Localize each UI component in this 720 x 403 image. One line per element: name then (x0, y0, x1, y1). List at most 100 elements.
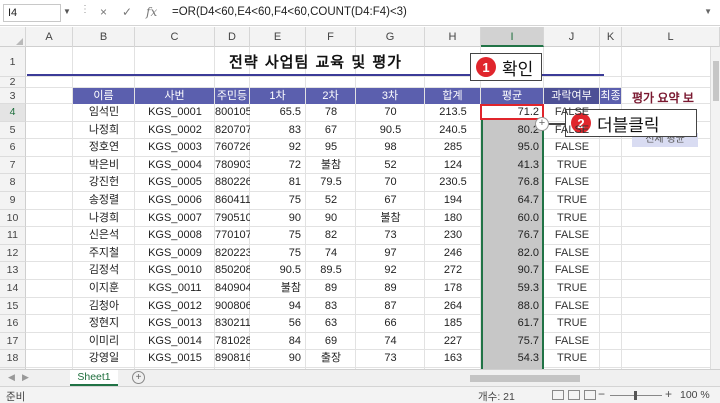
table-cell[interactable]: 83 (250, 122, 306, 140)
table-cell[interactable]: KGS_0007 (135, 210, 215, 228)
table-cell[interactable]: 강진헌 (73, 174, 135, 192)
fail-flag-cell[interactable]: TRUE (544, 280, 600, 298)
horizontal-scrollbar[interactable] (440, 374, 710, 383)
table-cell[interactable]: 정현지 (73, 315, 135, 333)
table-cell[interactable]: 73 (356, 350, 425, 368)
table-cell[interactable]: 89 (306, 280, 356, 298)
table-cell[interactable]: 김정석 (73, 262, 135, 280)
table-cell[interactable]: 90.7 (481, 262, 544, 280)
table-cell[interactable]: 71.2 (481, 104, 544, 122)
table-cell[interactable]: 54.3 (481, 350, 544, 368)
table-cell[interactable]: 230 (425, 227, 481, 245)
table-cell[interactable]: 75 (250, 192, 306, 210)
row-header-9[interactable]: 9 (0, 192, 26, 210)
table-cell[interactable]: 63 (306, 315, 356, 333)
next-sheet-icon[interactable]: ▶ (22, 372, 29, 383)
table-cell[interactable]: 75 (250, 245, 306, 263)
fail-flag-cell[interactable]: FALSE (544, 298, 600, 316)
horizontal-scroll-thumb[interactable] (470, 375, 580, 382)
table-cell[interactable]: 185 (425, 315, 481, 333)
column-header-i[interactable]: I (481, 27, 544, 47)
fail-flag-cell[interactable]: TRUE (544, 350, 600, 368)
table-cell[interactable]: 900806-2****** (215, 298, 250, 316)
column-header-l[interactable]: L (622, 27, 720, 47)
table-cell[interactable]: 65.5 (250, 104, 306, 122)
table-cell[interactable]: KGS_0014 (135, 333, 215, 351)
table-cell[interactable]: KGS_0010 (135, 262, 215, 280)
table-cell[interactable]: 74 (356, 333, 425, 351)
table-cell[interactable]: 69 (306, 333, 356, 351)
table-cell[interactable]: 800105-1****** (215, 104, 250, 122)
table-cell[interactable]: 194 (425, 192, 481, 210)
table-cell[interactable]: 820707-2****** (215, 122, 250, 140)
page-break-view-icon[interactable] (584, 390, 596, 400)
zoom-in-icon[interactable]: + (665, 387, 672, 401)
table-cell[interactable]: 88.0 (481, 298, 544, 316)
table-cell[interactable]: KGS_0003 (135, 139, 215, 157)
row-header-10[interactable]: 10 (0, 209, 26, 228)
row-header-8[interactable]: 8 (0, 174, 26, 192)
row-header-11[interactable]: 11 (0, 227, 26, 245)
table-cell[interactable]: 불참 (306, 157, 356, 175)
prev-sheet-icon[interactable]: ◀ (8, 372, 15, 383)
table-cell[interactable]: 81 (250, 174, 306, 192)
row-header-12[interactable]: 12 (0, 244, 26, 263)
table-cell[interactable]: 73 (356, 227, 425, 245)
table-cell[interactable]: 890816-1****** (215, 350, 250, 368)
table-cell[interactable]: KGS_0006 (135, 192, 215, 210)
table-cell[interactable]: 불참 (356, 210, 425, 228)
table-cell[interactable]: 83 (306, 298, 356, 316)
table-cell[interactable]: 850208-1****** (215, 262, 250, 280)
table-cell[interactable]: 52 (356, 157, 425, 175)
table-cell[interactable]: 770107-1****** (215, 227, 250, 245)
table-cell[interactable]: 98 (356, 139, 425, 157)
fail-flag-cell[interactable]: FALSE (544, 227, 600, 245)
row-header-18[interactable]: 18 (0, 350, 26, 368)
table-cell[interactable]: 70 (356, 174, 425, 192)
row-header-16[interactable]: 16 (0, 315, 26, 333)
cancel-icon[interactable]: × (100, 5, 107, 19)
table-header-cell[interactable]: 과락여부 (544, 88, 599, 104)
zoom-out-icon[interactable]: − (598, 387, 605, 401)
table-cell[interactable]: KGS_0009 (135, 245, 215, 263)
vertical-scrollbar[interactable] (710, 47, 720, 369)
fail-flag-cell[interactable]: TRUE (544, 315, 600, 333)
table-cell[interactable]: 246 (425, 245, 481, 263)
table-cell[interactable]: 78 (306, 104, 356, 122)
fail-flag-cell[interactable]: TRUE (544, 210, 600, 228)
table-cell[interactable]: 76.8 (481, 174, 544, 192)
table-cell[interactable]: 82 (306, 227, 356, 245)
table-cell[interactable]: 89 (356, 280, 425, 298)
table-cell[interactable]: 74 (306, 245, 356, 263)
fail-flag-cell[interactable]: TRUE (544, 192, 600, 210)
row-header-17[interactable]: 17 (0, 332, 26, 351)
table-cell[interactable]: 95 (306, 139, 356, 157)
table-cell[interactable]: KGS_0013 (135, 315, 215, 333)
table-header-cell[interactable]: 1차 (250, 88, 305, 104)
table-cell[interactable]: 64.7 (481, 192, 544, 210)
zoom-slider-knob[interactable] (634, 391, 637, 400)
table-header-cell[interactable]: 주민등록번호 (215, 88, 249, 118)
sheet-tab-sheet1[interactable]: Sheet1 (70, 370, 118, 386)
table-cell[interactable]: 59.3 (481, 280, 544, 298)
table-cell[interactable]: 90 (250, 350, 306, 368)
table-cell[interactable]: KGS_0011 (135, 280, 215, 298)
table-header-cell[interactable]: 이름 (73, 88, 134, 104)
vertical-scroll-thumb[interactable] (713, 61, 719, 101)
row-header-6[interactable]: 6 (0, 139, 26, 157)
table-cell[interactable]: 66 (356, 315, 425, 333)
table-cell[interactable]: KGS_0012 (135, 298, 215, 316)
table-cell[interactable]: 124 (425, 157, 481, 175)
table-cell[interactable]: 92 (250, 139, 306, 157)
table-cell[interactable]: 820223-1****** (215, 245, 250, 263)
fail-flag-cell[interactable]: FALSE (544, 174, 600, 192)
table-cell[interactable]: 285 (425, 139, 481, 157)
name-box[interactable]: I4 (3, 4, 61, 22)
table-cell[interactable]: 임석민 (73, 104, 135, 122)
table-cell[interactable]: KGS_0001 (135, 104, 215, 122)
table-cell[interactable]: 주지철 (73, 245, 135, 263)
page-layout-view-icon[interactable] (568, 390, 580, 400)
table-header-cell[interactable]: 2차 (306, 88, 355, 104)
fail-flag-cell[interactable]: FALSE (544, 245, 600, 263)
fail-flag-cell[interactable]: FALSE (544, 262, 600, 280)
